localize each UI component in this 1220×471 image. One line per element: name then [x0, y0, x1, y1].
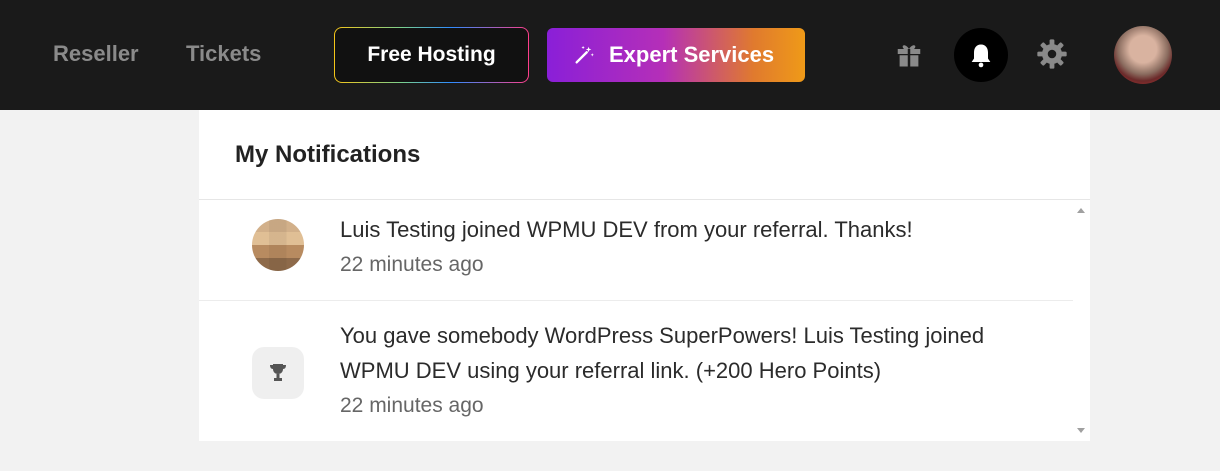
notifications-title: My Notifications	[235, 140, 421, 168]
free-hosting-label: Free Hosting	[335, 28, 528, 82]
nav-link-tickets[interactable]: Tickets	[186, 41, 261, 67]
notification-message: Luis Testing joined WPMU DEV from your r…	[340, 217, 913, 242]
scroll-up-arrow-icon[interactable]	[1077, 208, 1085, 213]
free-hosting-button[interactable]: Free Hosting	[334, 27, 529, 83]
notifications-panel: My Notifications Luis Testing joined WPM…	[199, 110, 1090, 441]
user-avatar	[252, 219, 304, 271]
notifications-scrollbar[interactable]	[1073, 200, 1090, 441]
notification-time: 22 minutes ago	[340, 394, 484, 417]
notification-message: You gave somebody WordPress SuperPowers!…	[340, 323, 985, 383]
notifications-header: My Notifications	[199, 110, 1090, 200]
expert-services-button[interactable]: Expert Services	[547, 28, 805, 82]
magic-wand-icon	[573, 44, 595, 66]
notification-time: 22 minutes ago	[340, 253, 484, 276]
nav-link-reseller[interactable]: Reseller	[53, 41, 139, 67]
notification-item[interactable]: You gave somebody WordPress SuperPowers!…	[199, 301, 1073, 441]
top-navigation-bar: Reseller Tickets Free Hosting Expert Ser…	[0, 0, 1220, 110]
bell-icon[interactable]	[954, 28, 1008, 82]
expert-services-label: Expert Services	[609, 42, 775, 67]
user-avatar[interactable]	[1114, 26, 1172, 84]
gift-icon[interactable]	[893, 38, 925, 70]
gear-icon[interactable]	[1036, 38, 1068, 70]
notification-item[interactable]: Luis Testing joined WPMU DEV from your r…	[199, 200, 1073, 301]
notifications-list: Luis Testing joined WPMU DEV from your r…	[199, 200, 1073, 441]
trophy-icon	[252, 347, 304, 399]
scroll-down-arrow-icon[interactable]	[1077, 428, 1085, 433]
